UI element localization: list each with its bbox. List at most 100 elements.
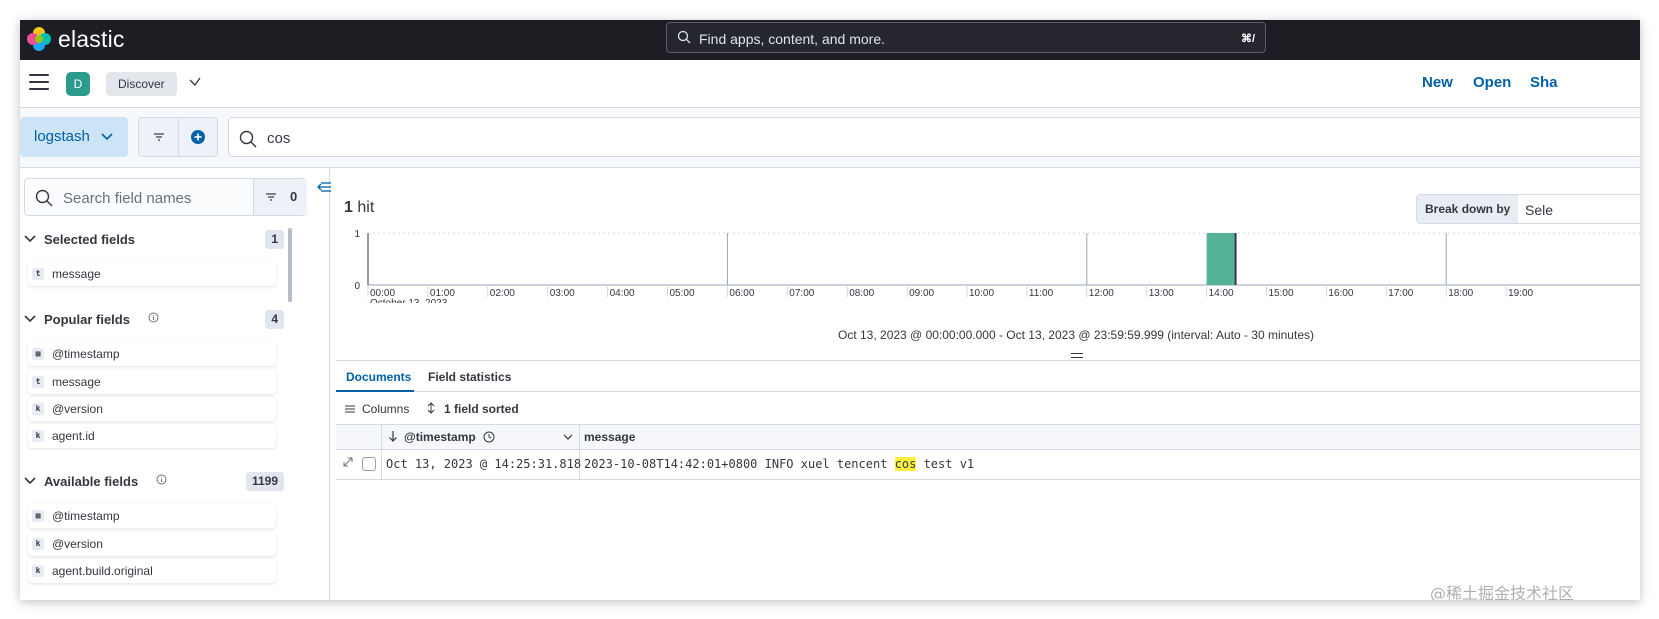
date-type-icon: ▦ [32, 348, 44, 360]
sidebar-scrollbar[interactable] [288, 228, 292, 302]
resize-handle[interactable] [1071, 353, 1083, 358]
time-range-text: Oct 13, 2023 @ 00:00:00.000 - Oct 13, 20… [838, 328, 1314, 342]
x-tick-label: 17:00 [1388, 288, 1413, 299]
chevron-down-icon [101, 133, 113, 141]
global-header: elastic Find apps, content, and more. ⌘/ [20, 20, 1640, 60]
keyword-type-icon: k [32, 538, 44, 550]
x-tick-label: 15:00 [1269, 288, 1294, 299]
add-filter-icon[interactable] [190, 129, 206, 145]
dataview-label: logstash [34, 128, 90, 145]
sort-label: 1 field sorted [444, 402, 519, 416]
tab-field-statistics[interactable]: Field statistics [428, 370, 511, 384]
filter-count: 0 [290, 189, 298, 204]
x-tick-label: 12:00 [1089, 288, 1114, 299]
kql-query-input[interactable]: cos [228, 117, 1640, 157]
search-highlight: cos [894, 457, 917, 471]
global-search-input[interactable]: Find apps, content, and more. ⌘/ [666, 22, 1266, 53]
keyword-type-icon: k [32, 430, 44, 442]
new-button[interactable]: New [1422, 74, 1453, 91]
count-badge: 1 [265, 230, 284, 249]
sort-descending-icon [389, 431, 397, 442]
hamburger-menu-icon[interactable] [29, 74, 49, 90]
discover-main-panel: 1 hit Break down by Sele 0 1 00:00 01:00 02:… [336, 168, 1640, 600]
x-tick-label: 07:00 [789, 288, 814, 299]
dataview-picker-button[interactable]: logstash [20, 117, 128, 157]
open-button[interactable]: Open [1473, 74, 1511, 91]
field-search-placeholder: Search field names [63, 190, 192, 207]
search-icon [35, 189, 53, 207]
field-sidebar: Search field names 0 Selected fields 1 t… [20, 168, 332, 600]
breakdown-control[interactable]: Break down by Sele [1416, 194, 1640, 224]
hits-counter: 1 hit [344, 199, 374, 217]
section-title: Available fields [44, 474, 139, 489]
chevron-down-icon[interactable] [188, 75, 202, 89]
search-icon [239, 130, 257, 148]
cell-message[interactable]: 2023-10-08T14:42:01+0800 INFO xuel tence… [580, 450, 1640, 479]
query-bar: logstash cos [20, 108, 1640, 168]
breadcrumb-discover[interactable]: Discover [106, 72, 177, 96]
column-header-timestamp[interactable]: @timestamp [382, 425, 580, 449]
search-placeholder: Find apps, content, and more. [699, 31, 885, 47]
field-item[interactable]: ▦ @timestamp [28, 342, 276, 366]
expand-icon[interactable] [342, 456, 354, 468]
elastic-logo-icon[interactable] [26, 26, 52, 52]
selected-fields-header[interactable]: Selected fields 1 [24, 228, 284, 252]
filter-icon [266, 193, 276, 201]
field-item[interactable]: k @version [28, 397, 276, 421]
app-header: D Discover New Open Sha [20, 60, 1640, 108]
field-item[interactable]: k agent.id [28, 424, 276, 448]
field-item[interactable]: k @version [28, 532, 276, 556]
keyword-type-icon: k [32, 403, 44, 415]
row-controls [336, 450, 382, 479]
app-window: elastic Find apps, content, and more. ⌘/… [20, 20, 1640, 600]
view-tabs: Documents Field statistics [336, 360, 1640, 392]
table-row[interactable]: Oct 13, 2023 @ 14:25:31.818 2023-10-08T1… [336, 450, 1640, 480]
field-item[interactable]: k agent.build.original [28, 559, 276, 583]
field-search-input[interactable]: Search field names 0 [24, 178, 307, 216]
text-type-icon: t [32, 376, 44, 388]
field-item[interactable]: t message [28, 262, 276, 286]
section-title: Popular fields [44, 312, 130, 327]
tab-documents[interactable]: Documents [346, 370, 411, 384]
text-type-icon: t [32, 268, 44, 280]
x-tick-label: 05:00 [670, 288, 695, 299]
breakdown-select[interactable]: Sele [1525, 202, 1553, 218]
clock-icon [483, 431, 495, 443]
hits-count: 1 [344, 199, 353, 216]
y-tick-label: 1 [354, 229, 360, 240]
column-header-message[interactable]: message [580, 425, 1640, 449]
control-column-header [336, 425, 382, 449]
field-type-filter-button[interactable]: 0 [253, 179, 307, 215]
row-checkbox[interactable] [362, 457, 376, 471]
space-avatar[interactable]: D [66, 72, 90, 96]
popular-fields-header[interactable]: Popular fields 4 [24, 308, 284, 332]
columns-label: Columns [362, 402, 410, 416]
search-icon [677, 30, 691, 44]
field-name: message [52, 267, 101, 281]
field-item[interactable]: t message [28, 370, 276, 394]
field-name: @timestamp [52, 509, 120, 523]
x-tick-label: 02:00 [490, 288, 515, 299]
info-icon[interactable] [148, 312, 159, 323]
columns-button[interactable]: Columns [344, 402, 409, 416]
available-fields-header[interactable]: Available fields 1199 [24, 470, 284, 494]
logo-text[interactable]: elastic [58, 26, 125, 53]
field-item[interactable]: ▦ @timestamp [28, 504, 276, 528]
share-button[interactable]: Sha [1530, 74, 1558, 91]
watermark: @稀土掘金技术社区 [1430, 584, 1575, 600]
cell-timestamp[interactable]: Oct 13, 2023 @ 14:25:31.818 [382, 450, 581, 479]
collapse-sidebar-icon[interactable] [316, 180, 332, 194]
x-tick-label: 08:00 [849, 288, 874, 299]
histogram-bar [1206, 233, 1235, 285]
x-tick-label: 13:00 [1149, 288, 1174, 299]
info-icon[interactable] [156, 474, 167, 485]
sort-button[interactable]: 1 field sorted [426, 402, 519, 416]
x-tick-label: 06:00 [729, 288, 754, 299]
query-value: cos [267, 130, 291, 147]
histogram-chart[interactable]: 0100:00 01:00 02:00 03:00 04:00 05:00 06:00 07:… [336, 223, 1640, 303]
filter-icon[interactable] [152, 131, 166, 143]
count-badge: 1199 [245, 472, 284, 491]
column-label: @timestamp [404, 430, 476, 444]
date-type-icon: ▦ [32, 510, 44, 522]
chevron-down-icon[interactable] [563, 433, 573, 441]
